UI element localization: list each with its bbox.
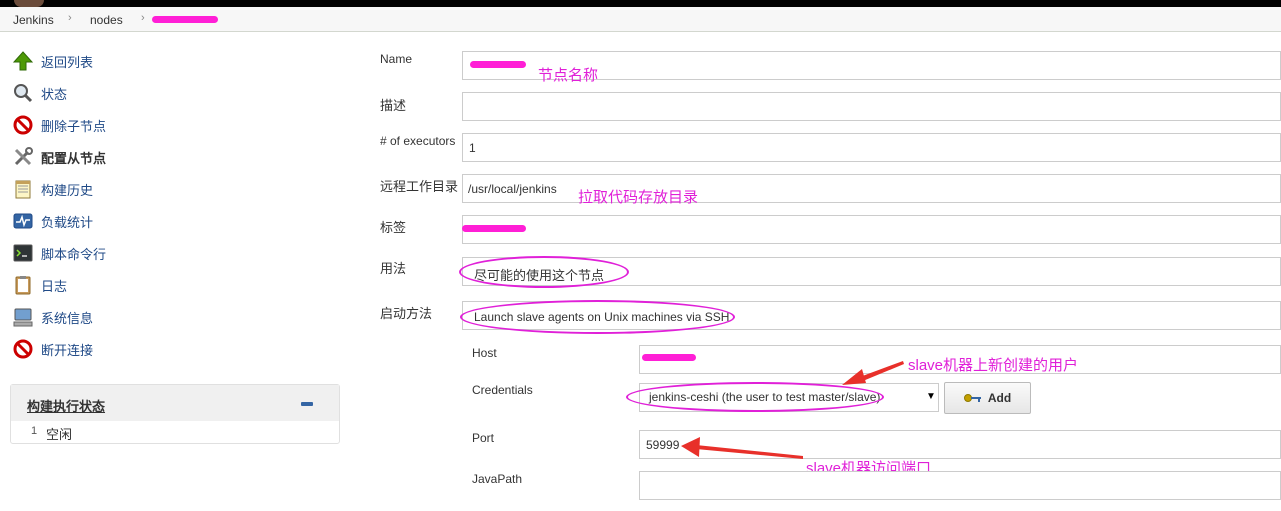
annotation-arrows — [681, 361, 904, 459]
arrow-to-port — [681, 437, 803, 459]
arrow-to-credentials — [842, 361, 904, 385]
